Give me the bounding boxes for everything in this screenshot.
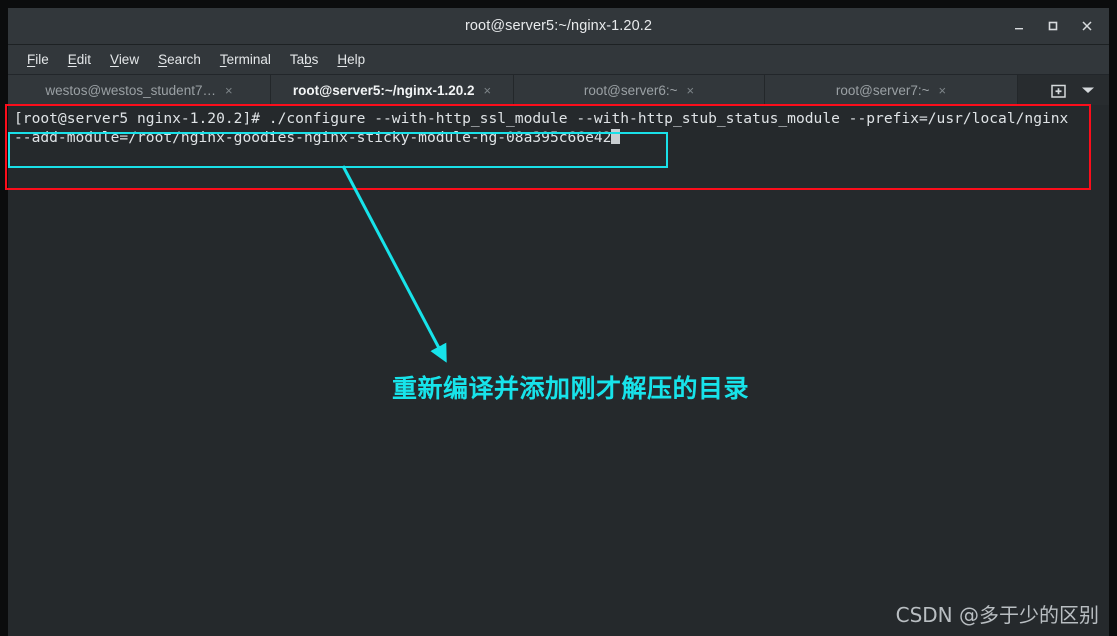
- terminal-cursor: [611, 129, 621, 144]
- menu-tabs-pre: Ta: [289, 52, 305, 67]
- tab-close-icon[interactable]: ×: [225, 84, 233, 97]
- minimize-button[interactable]: [1003, 11, 1035, 41]
- window-controls: [1003, 8, 1103, 44]
- chevron-down-glyph: [1082, 87, 1094, 93]
- menu-tabs[interactable]: Tabs: [281, 49, 328, 70]
- new-tab-icon[interactable]: [1045, 78, 1071, 102]
- menu-bar: File Edit View Search Terminal Tabs Help: [8, 45, 1109, 75]
- menu-tabs-mnemonic: b: [304, 52, 312, 67]
- window-title: root@server5:~/nginx-1.20.2: [464, 18, 653, 34]
- maximize-button[interactable]: [1037, 11, 1069, 41]
- menu-terminal-post: erminal: [226, 52, 271, 67]
- tab-label: root@server5:~/nginx-1.20.2: [292, 82, 475, 98]
- menu-help-mnemonic: H: [337, 52, 348, 67]
- new-tab-glyph: [1050, 84, 1066, 98]
- menu-view-mnemonic: V: [110, 52, 119, 67]
- menu-help[interactable]: Help: [328, 49, 374, 70]
- tab-label: root@server7:~: [835, 82, 930, 98]
- tab-close-icon[interactable]: ×: [687, 84, 695, 97]
- menu-tabs-post: s: [311, 52, 319, 67]
- menu-file-post: ile: [35, 52, 49, 67]
- tab-close-icon[interactable]: ×: [939, 84, 947, 97]
- menu-edit[interactable]: Edit: [59, 49, 100, 70]
- menu-terminal[interactable]: Terminal: [211, 49, 280, 70]
- menu-search-post: earch: [167, 52, 201, 67]
- tab-bar: westos@westos_student7… × root@server5:~…: [8, 75, 1109, 109]
- menu-file-mnemonic: F: [27, 52, 36, 67]
- screenshot-root: root@server5:~/nginx-1.20.2 File Edit Vi…: [0, 0, 1117, 636]
- tab-close-icon[interactable]: ×: [484, 84, 492, 97]
- tab-server7[interactable]: root@server7:~ ×: [765, 75, 1018, 105]
- menu-edit-mnemonic: E: [67, 52, 77, 67]
- tab-label: westos@westos_student7…: [45, 82, 216, 98]
- tab-server5-nginx[interactable]: root@server5:~/nginx-1.20.2 ×: [271, 75, 514, 109]
- minimize-icon: [1015, 28, 1023, 30]
- maximize-icon: [1048, 21, 1058, 31]
- tab-westos-student7[interactable]: westos@westos_student7… ×: [8, 75, 271, 105]
- menu-search-mnemonic: S: [158, 52, 168, 67]
- menu-search[interactable]: Search: [149, 49, 210, 70]
- menu-help-post: elp: [347, 52, 366, 67]
- chevron-down-icon[interactable]: [1075, 78, 1101, 102]
- menu-file[interactable]: File: [18, 49, 58, 70]
- terminal-window: root@server5:~/nginx-1.20.2 File Edit Vi…: [8, 8, 1109, 636]
- close-icon: [1082, 21, 1092, 31]
- terminal-line-1: [root@server5 nginx-1.20.2]# ./configure…: [14, 110, 1069, 127]
- tab-label: root@server6:~: [583, 82, 678, 98]
- tab-server6[interactable]: root@server6:~ ×: [514, 75, 765, 105]
- menu-view-post: iew: [118, 52, 140, 67]
- title-bar: root@server5:~/nginx-1.20.2: [8, 8, 1109, 45]
- menu-view[interactable]: View: [101, 49, 148, 70]
- close-button[interactable]: [1071, 11, 1103, 41]
- menu-terminal-mnemonic: T: [219, 52, 227, 67]
- menu-edit-post: dit: [76, 52, 92, 67]
- terminal-line-2: --add-module=/root/nginx-goodies-nginx-s…: [14, 129, 612, 146]
- terminal-content[interactable]: [root@server5 nginx-1.20.2]# ./configure…: [8, 105, 1109, 636]
- tab-bar-actions: [1018, 75, 1109, 105]
- terminal-line-2-wrap: --add-module=/root/nginx-goodies-nginx-s…: [14, 128, 1103, 147]
